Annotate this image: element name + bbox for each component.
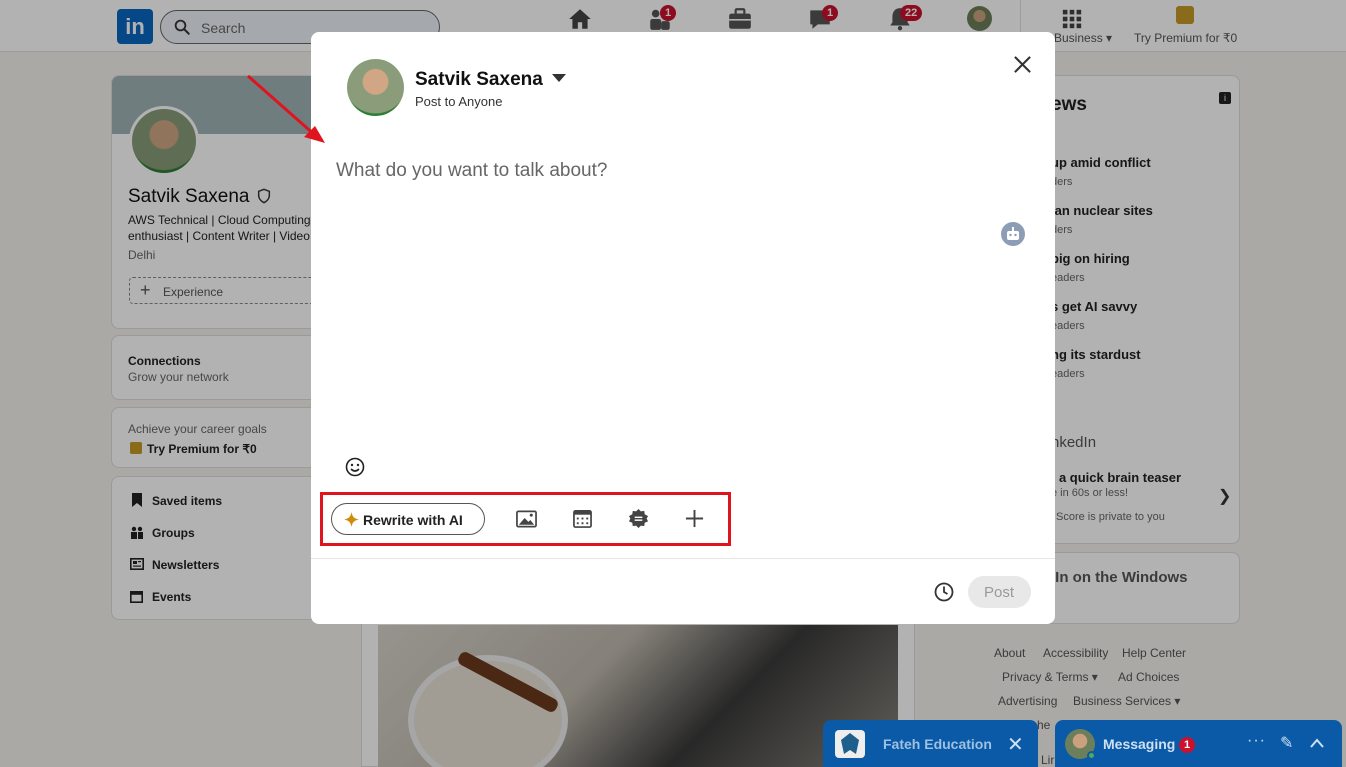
more-options-icon[interactable]: ··· [1247,732,1266,750]
close-icon[interactable] [1013,55,1032,74]
post-text-input[interactable]: What do you want to talk about? [336,160,607,182]
chat-title: Fateh Education [883,736,992,752]
chevron-up-icon[interactable] [1310,738,1324,748]
chat-window-bar[interactable]: Fateh Education ✕ [823,720,1038,767]
sparkle-icon [344,512,359,527]
annotation-arrow [247,74,325,143]
messaging-bar[interactable]: Messaging 1 ··· ✎ [1055,720,1342,767]
clock-icon[interactable] [934,582,954,602]
author-avatar[interactable] [347,59,404,116]
bot-icon[interactable] [1001,222,1025,246]
emoji-icon[interactable] [345,457,365,477]
audience-label[interactable]: Post to Anyone [415,94,502,109]
messaging-bar-badge: 1 [1179,737,1196,753]
celebrate-badge-icon[interactable] [628,508,649,529]
post-button[interactable]: Post [968,576,1031,608]
compose-icon[interactable]: ✎ [1280,733,1293,753]
create-post-modal: Satvik Saxena Post to Anyone What do you… [311,32,1055,624]
chat-avatar [835,730,865,758]
modal-footer-divider [311,558,1055,559]
online-status-dot [1087,751,1096,760]
plus-icon[interactable] [685,509,704,528]
rewrite-with-ai-button[interactable]: Rewrite with AI [331,503,485,535]
chat-close-icon[interactable]: ✕ [1007,732,1024,757]
caret-down-icon[interactable] [552,74,566,83]
author-name[interactable]: Satvik Saxena [415,69,543,91]
messaging-title: Messaging [1103,736,1176,752]
calendar-icon[interactable] [573,509,592,528]
rewrite-label: Rewrite with AI [363,512,463,528]
image-icon[interactable] [516,510,537,528]
post-button-label: Post [984,584,1015,601]
fateh-logo-icon [841,733,859,754]
